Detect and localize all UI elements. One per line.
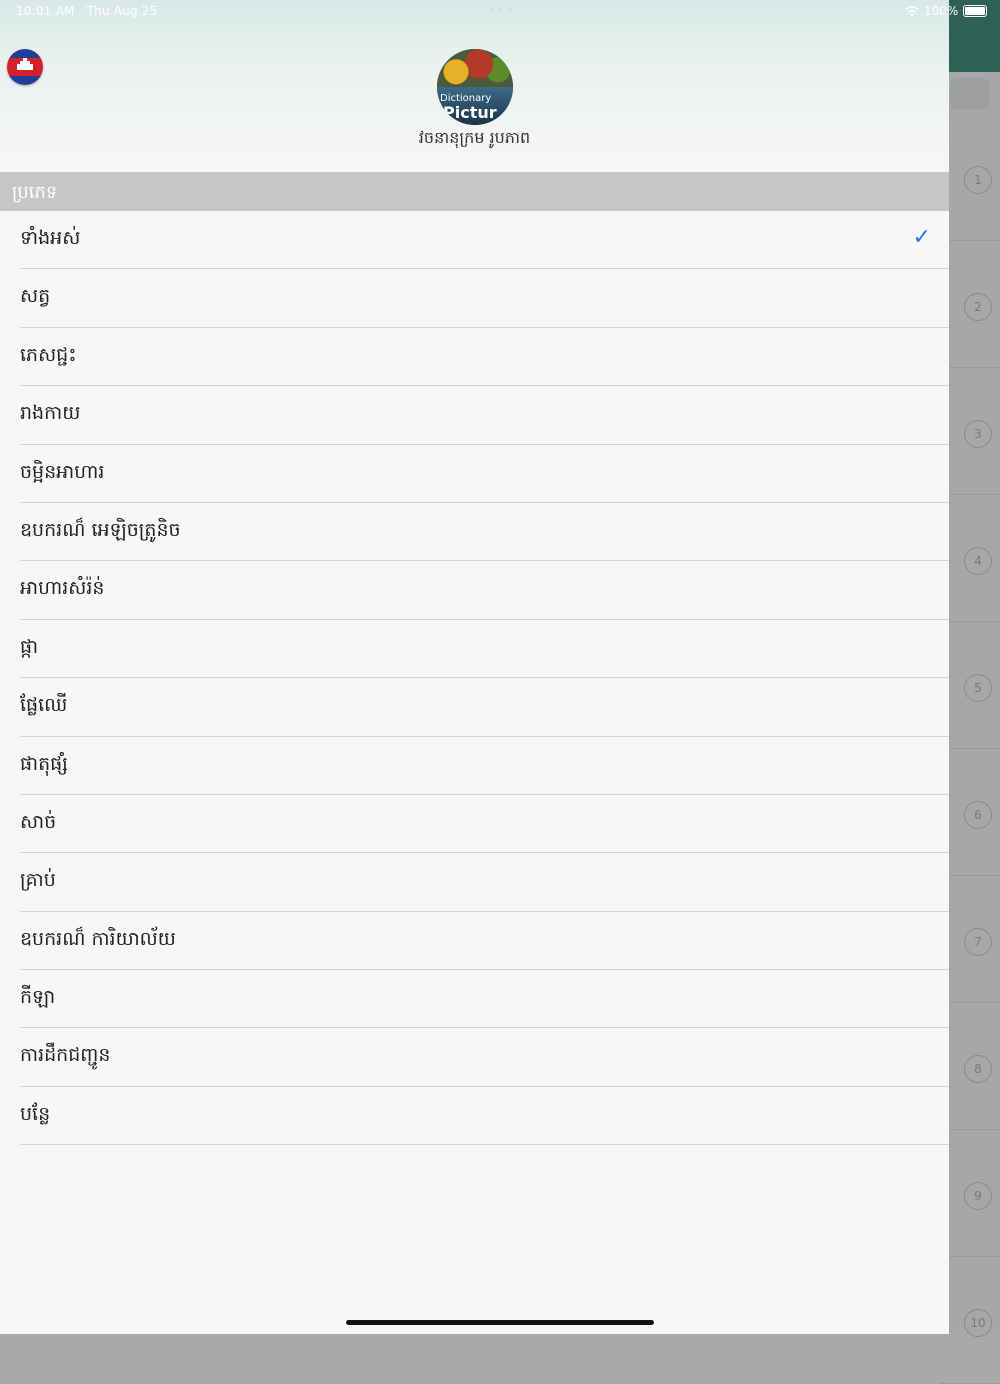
row-number-badge: 1 — [964, 166, 992, 194]
category-row[interactable]: រាងកាយ — [0, 386, 949, 445]
category-row[interactable]: បន្លែ — [0, 1087, 949, 1146]
multitask-dots-icon[interactable]: ••• — [488, 4, 515, 18]
row-number-badge: 5 — [964, 674, 992, 702]
category-label: ឧបករណ៏ អេឡិចត្រូនិច — [20, 518, 181, 541]
checkmark-icon: ✓ — [912, 225, 931, 250]
background-search-field[interactable] — [950, 78, 990, 110]
row-number-badge: 9 — [964, 1182, 992, 1210]
category-label: គ្រាប់ — [20, 869, 56, 892]
battery-icon — [963, 5, 988, 17]
category-label: កីឡា — [20, 986, 56, 1009]
home-indicator[interactable] — [346, 1320, 654, 1325]
background-row[interactable]: 1 — [940, 114, 1000, 241]
category-row[interactable]: ការដឹកជញ្ជូន — [0, 1028, 949, 1088]
category-label: ភេសជ្ជះ — [20, 343, 77, 366]
cambodia-flag-icon[interactable] — [7, 49, 43, 85]
background-row[interactable]: 10 — [940, 1257, 1000, 1384]
background-row[interactable]: 9 — [940, 1130, 1000, 1257]
background-row[interactable]: 4 — [940, 495, 1000, 622]
background-row[interactable]: 3 — [940, 368, 1000, 495]
category-row[interactable]: សាច់ — [0, 795, 949, 854]
category-row[interactable]: ផាតុផ្សំ — [0, 737, 949, 796]
status-date-text: Thu Aug 25 — [86, 4, 158, 18]
category-label: ឧបករណ៏ ការិយាល័យ — [20, 927, 176, 950]
background-row[interactable]: 6 — [940, 749, 1000, 876]
background-row[interactable]: 7 — [940, 876, 1000, 1003]
category-label: ការដឹកជញ្ជូន — [20, 1044, 111, 1067]
status-time-text: 10:01 AM — [16, 4, 75, 18]
category-row[interactable]: ផ្កា — [0, 620, 949, 679]
category-label: ចម្អិនអាហារ — [20, 460, 105, 483]
category-label: ផ្លែឈើ — [20, 694, 68, 717]
row-number-badge: 4 — [964, 547, 992, 575]
category-label: ផាតុផ្សំ — [20, 752, 68, 775]
status-time: 10:01 AM Thu Aug 25 — [16, 4, 157, 18]
category-label: សត្វ — [20, 285, 51, 308]
row-number-badge: 8 — [964, 1055, 992, 1083]
drawer-header: 10:01 AM Thu Aug 25 ••• Dictionary Pictu… — [0, 0, 949, 172]
category-row[interactable]: ផ្លែឈើ — [0, 678, 949, 737]
category-row[interactable]: អាហារសំរ៉ន់ — [0, 561, 949, 621]
battery-percent: 100% — [924, 4, 959, 18]
background-row[interactable]: 8 — [940, 1003, 1000, 1130]
category-label: ទាំងអស់ — [20, 227, 81, 249]
section-title: ប្រភេទ — [12, 182, 58, 203]
row-number-badge: 2 — [964, 293, 992, 321]
wifi-icon — [905, 6, 919, 16]
category-row[interactable]: ឧបករណ៏ ការិយាល័យ — [0, 912, 949, 971]
category-label: បន្លែ — [20, 1102, 51, 1125]
category-list: ទាំងអស់ ✓ សត្វភេសជ្ជះរាងកាយចម្អិនអាហារឧបករ… — [0, 211, 949, 1146]
category-label: ផ្កា — [20, 635, 39, 658]
row-number-badge: 7 — [964, 928, 992, 956]
category-row[interactable]: ទាំងអស់ ✓ — [0, 211, 949, 270]
logo-text-picture: Pictur — [443, 103, 497, 122]
category-row[interactable]: ឧបករណ៏ អេឡិចត្រូនិច — [0, 503, 949, 562]
category-row[interactable]: គ្រាប់ — [0, 853, 949, 913]
background-row[interactable]: 5 — [940, 622, 1000, 749]
row-number-badge: 10 — [964, 1309, 992, 1337]
row-number-badge: 6 — [964, 801, 992, 829]
category-label: រាងកាយ — [20, 402, 81, 425]
section-header-category: ប្រភេទ — [0, 172, 949, 211]
status-right: 100% — [905, 4, 988, 18]
app-name: វចនានុក្រម រូបភាព — [418, 128, 531, 147]
category-drawer: 10:01 AM Thu Aug 25 ••• Dictionary Pictu… — [0, 0, 949, 1334]
logo-fruits-image — [437, 49, 513, 87]
category-row[interactable]: សត្វ — [0, 269, 949, 329]
row-number-badge: 3 — [964, 420, 992, 448]
category-row[interactable]: ភេសជ្ជះ — [0, 328, 949, 387]
background-row[interactable]: 2 — [940, 241, 1000, 368]
category-row[interactable]: កីឡា — [0, 970, 949, 1029]
app-logo: Dictionary Pictur — [437, 49, 513, 125]
category-label: សាច់ — [20, 810, 57, 833]
category-row[interactable]: ចម្អិនអាហារ — [0, 445, 949, 504]
category-label: អាហារសំរ៉ន់ — [20, 577, 105, 600]
